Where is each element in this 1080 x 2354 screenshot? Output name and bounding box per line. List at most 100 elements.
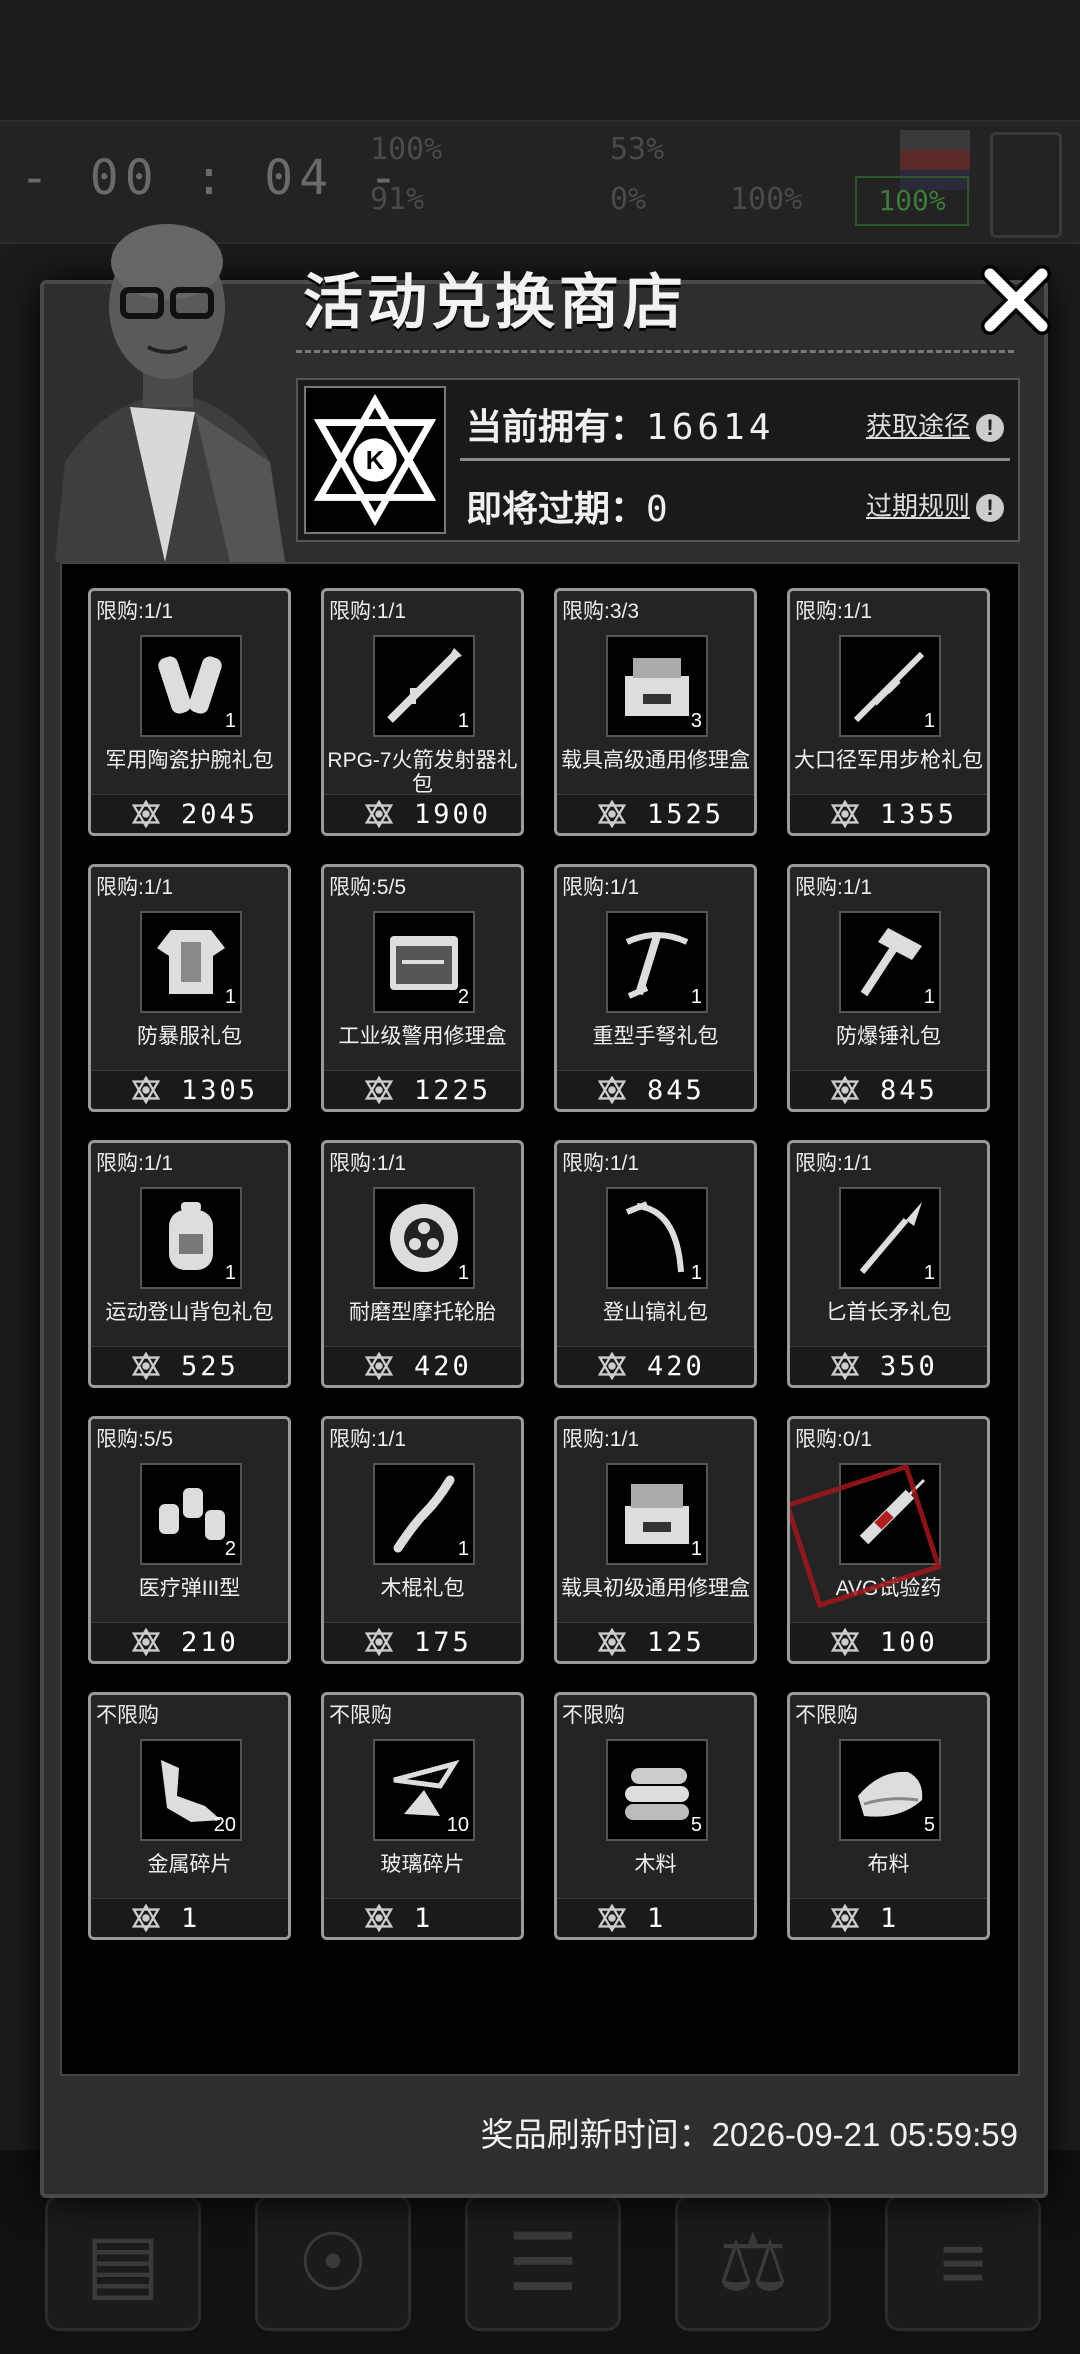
item-quantity: 2 [457, 986, 469, 1008]
item-card[interactable]: 限购:1/1 1 匕首长矛礼包 350 [787, 1140, 990, 1388]
obtain-method-label: 获取途径 [866, 411, 971, 441]
info-separator [460, 458, 1010, 461]
item-card[interactable]: 限购:1/1 1 登山镐礼包 420 [554, 1140, 757, 1388]
currency-icon [597, 1628, 627, 1656]
price-bar: 210 [91, 1622, 288, 1661]
item-card[interactable]: 限购:1/1 1 防爆锤礼包 845 [787, 864, 990, 1112]
survival-timer: - 00 : 04 - [20, 150, 404, 206]
menu-nav-icon: ≡ [885, 2195, 1041, 2331]
item-card[interactable]: 限购:5/5 2 医疗弹III型 210 [88, 1416, 291, 1664]
purchase-limit: 限购:1/1 [562, 876, 640, 899]
purchase-limit: 限购:5/5 [96, 1428, 174, 1451]
item-quantity: 2 [224, 1538, 236, 1560]
purchase-limit: 限购:1/1 [329, 1428, 407, 1451]
item-price: 1225 [414, 1075, 492, 1106]
item-name: 载具初级通用修理盒 [561, 1577, 750, 1600]
item-price: 1 [880, 1903, 900, 1934]
hud-stat: 53% [610, 132, 665, 167]
skills-nav-icon: ☉ [255, 2195, 411, 2331]
purchase-limit: 限购:1/1 [329, 1152, 407, 1175]
item-card[interactable]: 限购:1/1 1 重型手弩礼包 845 [554, 864, 757, 1112]
price-bar: 1355 [790, 794, 987, 833]
backpack-nav-icon: ▤ [45, 2195, 201, 2331]
price-bar: 845 [790, 1070, 987, 1109]
item-name: 金属碎片 [147, 1853, 232, 1876]
item-card[interactable]: 不限购 5 木料 1 [554, 1692, 757, 1940]
currency-icon [830, 1904, 860, 1932]
item-card[interactable]: 限购:3/3 3 载具高级通用修理盒 1525 [554, 588, 757, 836]
currency-icon [131, 1904, 161, 1932]
close-icon[interactable] [978, 262, 1054, 338]
ice-axe-icon: 1 [606, 1187, 708, 1289]
purchase-limit: 限购:1/1 [562, 1152, 640, 1175]
price-bar: 350 [790, 1346, 987, 1385]
item-quantity: 1 [457, 1538, 469, 1560]
armor-icon: 1 [140, 911, 242, 1013]
item-name: 防爆锤礼包 [836, 1025, 941, 1048]
purchase-limit: 不限购 [96, 1704, 159, 1727]
price-bar: 1525 [557, 794, 754, 833]
item-card[interactable]: 限购:1/1 1 木棍礼包 175 [321, 1416, 524, 1664]
cloth-icon: 5 [839, 1739, 941, 1841]
currency-icon [364, 1076, 394, 1104]
item-name: RPG-7火箭发射器礼包 [327, 749, 518, 796]
item-name: 重型手弩礼包 [592, 1025, 719, 1048]
owned-label: 当前拥有： [466, 406, 647, 447]
item-card[interactable]: 限购:1/1 1 大口径军用步枪礼包 1355 [787, 588, 990, 836]
item-name: 大口径军用步枪礼包 [794, 749, 983, 772]
price-bar: 420 [557, 1346, 754, 1385]
purchase-limit: 限购:1/1 [795, 600, 873, 623]
price-bar: 1 [790, 1898, 987, 1937]
glass-shard-icon: 10 [373, 1739, 475, 1841]
item-card[interactable]: 限购:1/1 1 耐磨型摩托轮胎 420 [321, 1140, 524, 1388]
item-card[interactable]: 限购:1/1 1 军用陶瓷护腕礼包 2045 [88, 588, 291, 836]
item-card[interactable]: 不限购 5 布料 1 [787, 1692, 990, 1940]
price-bar: 525 [91, 1346, 288, 1385]
item-quantity: 1 [690, 1538, 702, 1560]
item-quantity: 5 [923, 1814, 935, 1836]
purchase-limit: 限购:1/1 [96, 600, 174, 623]
bracer-icon: 1 [140, 635, 242, 737]
expiring-label: 即将过期： [466, 488, 647, 529]
item-price: 1305 [181, 1075, 259, 1106]
owned-row: 当前拥有：16614 [466, 398, 774, 450]
item-card[interactable]: 限购:1/1 1 运动登山背包礼包 525 [88, 1140, 291, 1388]
hud-stat: 100% [370, 132, 443, 167]
item-card[interactable]: 限购:1/1 1 防暴服礼包 1305 [88, 864, 291, 1112]
currency-icon [131, 800, 161, 828]
price-bar: 1 [91, 1898, 288, 1937]
item-price: 125 [647, 1627, 705, 1658]
currency-icon [364, 1352, 394, 1380]
item-card[interactable]: 不限购 20 金属碎片 1 [88, 1692, 291, 1940]
help-icon: ! [976, 414, 1005, 443]
modal-title: 活动兑换商店 [303, 269, 687, 336]
price-bar: 2045 [91, 794, 288, 833]
item-quantity: 1 [923, 710, 935, 732]
backpack-icon: 1 [140, 1187, 242, 1289]
item-card[interactable]: 限购:5/5 2 工业级警用修理盒 1225 [321, 864, 524, 1112]
item-card[interactable]: 限购:0/1 AVG试验药 100 [787, 1416, 990, 1664]
hammer-icon: 1 [839, 911, 941, 1013]
item-name: 匕首长矛礼包 [825, 1301, 952, 1324]
item-card[interactable]: 限购:1/1 1 载具初级通用修理盒 125 [554, 1416, 757, 1664]
item-price: 420 [647, 1351, 705, 1382]
item-quantity: 1 [923, 1262, 935, 1284]
price-bar: 845 [557, 1070, 754, 1109]
wood-icon: 5 [606, 1739, 708, 1841]
item-quantity: 5 [690, 1814, 702, 1836]
purchase-limit: 限购:0/1 [795, 1428, 873, 1451]
item-price: 1 [181, 1903, 201, 1934]
item-quantity: 1 [224, 1262, 236, 1284]
hud-green-stat: 100% [855, 176, 969, 226]
item-card[interactable]: 限购:1/1 1 RPG-7火箭发射器礼包 1900 [321, 588, 524, 836]
item-card[interactable]: 不限购 10 玻璃碎片 1 [321, 1692, 524, 1940]
medical-ammo-icon: 2 [140, 1463, 242, 1565]
purchase-limit: 限购:1/1 [795, 876, 873, 899]
expire-rule-link[interactable]: 过期规则! [866, 486, 1005, 523]
item-name: 防暴服礼包 [137, 1025, 242, 1048]
item-price: 1 [647, 1903, 667, 1934]
item-quantity: 1 [923, 986, 935, 1008]
obtain-method-link[interactable]: 获取途径! [866, 406, 1005, 443]
item-price: 1900 [414, 799, 492, 830]
price-bar: 175 [324, 1622, 521, 1661]
